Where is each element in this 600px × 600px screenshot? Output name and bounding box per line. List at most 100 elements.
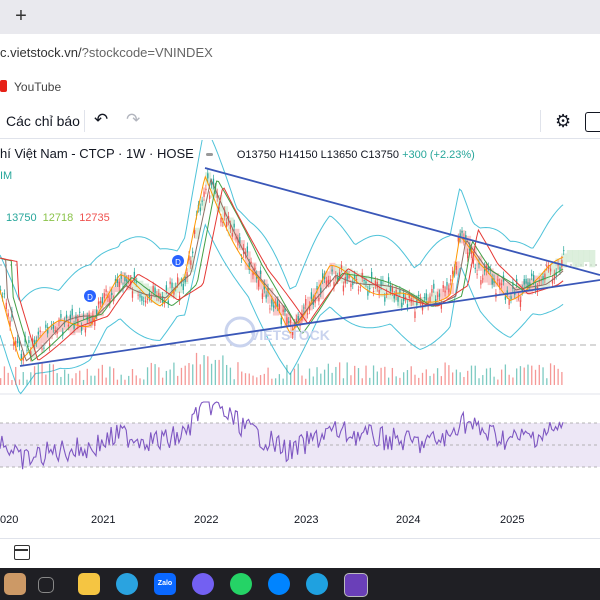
address-bar[interactable]: c.vietstock.vn/?stockcode=VNINDEX <box>0 38 600 68</box>
whatsapp-icon[interactable] <box>230 573 252 595</box>
app-icon[interactable] <box>4 573 26 595</box>
viber-icon[interactable] <box>192 573 214 595</box>
candle-body <box>226 221 228 227</box>
legend-hide-icon[interactable] <box>205 153 213 157</box>
volume-bar <box>64 369 66 385</box>
volume-bar <box>320 373 322 385</box>
volume-bar <box>305 378 307 385</box>
browser-app-icon[interactable] <box>344 573 368 597</box>
volume-bar <box>290 372 292 385</box>
volume-bar <box>478 378 480 385</box>
volume-bar <box>482 375 484 385</box>
volume-bar <box>41 363 43 385</box>
volume-bar <box>497 379 499 385</box>
url-text[interactable]: c.vietstock.vn/?stockcode=VNINDEX <box>0 45 213 60</box>
candle-body <box>504 296 507 300</box>
volume-bar <box>11 379 13 385</box>
volume-bar <box>131 369 134 385</box>
cloud-segment <box>329 262 336 275</box>
candle-body <box>525 278 527 284</box>
time-axis[interactable]: 020 2021 2022 2023 2024 2025 <box>0 514 600 532</box>
candle-body <box>510 296 512 300</box>
dividend-marker[interactable]: D <box>172 255 184 267</box>
candle-body <box>532 274 535 282</box>
candle-body <box>65 314 68 319</box>
file-explorer-icon[interactable] <box>78 573 100 595</box>
candle-body <box>261 293 264 300</box>
volume-bar <box>504 364 507 385</box>
volume-bar <box>493 376 495 385</box>
candle-body <box>531 273 533 277</box>
candle-body <box>310 292 313 299</box>
indicator-label[interactable]: IM <box>0 170 12 182</box>
volume-bar <box>335 366 337 385</box>
volume-bar <box>218 359 220 385</box>
youtube-icon[interactable] <box>0 80 7 92</box>
volume-bar <box>3 366 6 385</box>
volume-bar <box>67 373 70 385</box>
volume-bar <box>199 364 201 385</box>
messenger-icon[interactable] <box>268 573 290 595</box>
volume-bar <box>116 379 119 385</box>
candle-body <box>118 281 120 287</box>
dividend-marker[interactable]: D <box>84 290 96 302</box>
calendar-icon[interactable] <box>14 545 30 560</box>
volume-bar <box>7 372 9 385</box>
volume-bar <box>354 365 356 385</box>
candle-body <box>365 281 367 284</box>
chart-toolbar: Các chỉ báo ↶ ↷ ⚙ <box>0 104 600 139</box>
volume-bar <box>195 352 198 385</box>
trendline-lower[interactable] <box>19 279 600 367</box>
panel-toggle-icon[interactable] <box>585 112 600 132</box>
url-host: c.vietstock.vn/ <box>0 45 82 60</box>
trendline-upper[interactable] <box>204 167 600 276</box>
indicators-button[interactable]: Các chỉ báo <box>6 113 80 129</box>
volume-bar <box>226 364 228 385</box>
volume-bar <box>109 366 111 385</box>
task-view-icon[interactable] <box>38 577 54 593</box>
redo-icon[interactable]: ↷ <box>126 110 140 130</box>
bookmark-youtube[interactable]: YouTube <box>14 80 61 94</box>
volume-bar <box>421 372 424 385</box>
candle-body <box>190 260 192 265</box>
candle-body <box>563 250 565 252</box>
new-tab-button[interactable]: + <box>10 5 32 27</box>
volume-bar <box>113 368 115 385</box>
volume-bar <box>323 369 326 385</box>
edge-icon[interactable] <box>306 573 328 595</box>
volume-bar <box>403 372 405 385</box>
time-axis-label: 2022 <box>194 514 219 526</box>
candle-body <box>137 294 139 296</box>
volume-bar <box>120 374 122 385</box>
volume-bar <box>271 378 273 385</box>
candle-body <box>273 305 275 308</box>
candle-body <box>386 292 388 294</box>
volume-bar <box>395 376 397 385</box>
volume-bar <box>222 355 224 385</box>
volume-bar <box>391 367 394 385</box>
time-axis-label: 020 <box>0 514 19 526</box>
candle-body <box>482 278 484 280</box>
candle-body <box>305 298 307 306</box>
chart-canvas[interactable]: VIETSTOCK D D <box>0 140 600 570</box>
undo-icon[interactable]: ↶ <box>94 110 108 130</box>
zalo-icon[interactable]: Zalo <box>154 573 176 595</box>
candle-body <box>355 279 358 281</box>
candle-body <box>327 279 329 284</box>
candle-body <box>265 294 267 299</box>
candle-body <box>331 269 333 272</box>
time-axis-label: 2021 <box>91 514 116 526</box>
symbol-title[interactable]: hí Việt Nam - CTCP · 1W · HOSE <box>0 146 194 161</box>
volume-bar <box>184 365 186 385</box>
volume-bar <box>259 375 262 385</box>
volume-bar <box>316 367 318 385</box>
gear-icon[interactable]: ⚙ <box>555 111 571 132</box>
volume-bar <box>531 365 533 385</box>
candle-body <box>177 277 179 284</box>
volume-bar <box>30 372 32 385</box>
candle-body <box>372 291 375 293</box>
telegram-icon[interactable] <box>116 573 138 595</box>
indicator-values: 13750 12718 12735 <box>6 212 110 224</box>
time-axis-label: 2023 <box>294 514 319 526</box>
candle-body <box>141 296 143 301</box>
